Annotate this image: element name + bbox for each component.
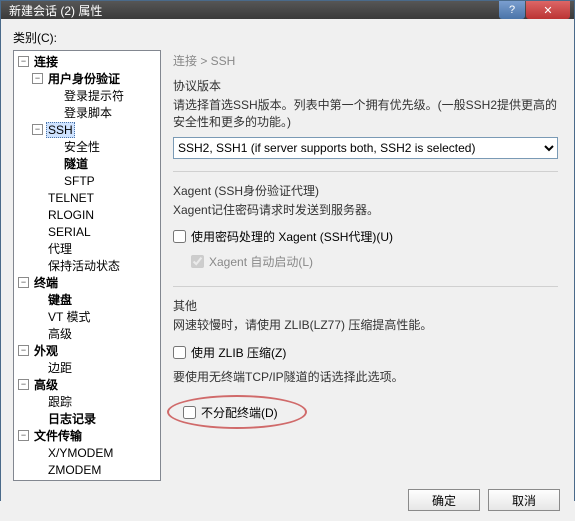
tree-logging[interactable]: 日志记录	[14, 410, 160, 427]
tree-serial[interactable]: SERIAL	[14, 223, 160, 240]
xagent-auto-checkbox	[191, 255, 204, 268]
nopty-checkbox-row[interactable]: 不分配终端(D)	[183, 404, 278, 421]
collapse-icon[interactable]: −	[32, 73, 43, 84]
tree-keepalive[interactable]: 保持活动状态	[14, 257, 160, 274]
xagent-auto-label: Xagent 自动启动(L)	[209, 253, 313, 270]
tree-security[interactable]: 安全性	[14, 138, 160, 155]
divider	[173, 286, 558, 287]
tree-file-transfer[interactable]: −文件传输	[14, 427, 160, 444]
tree-login-scripts[interactable]: 登录脚本	[14, 104, 160, 121]
xagent-label: 使用密码处理的 Xagent (SSH代理)(U)	[191, 228, 393, 245]
protocol-section-title: 协议版本	[173, 77, 558, 94]
xagent-desc: Xagent记住密码请求时发送到服务器。	[173, 202, 558, 219]
protocol-select[interactable]: SSH2, SSH1 (if server supports both, SSH…	[173, 137, 558, 159]
xagent-auto-row: Xagent 自动启动(L)	[191, 253, 558, 270]
zlib-checkbox-row[interactable]: 使用 ZLIB 压缩(Z)	[173, 344, 558, 361]
nopty-label: 不分配终端(D)	[201, 404, 278, 421]
close-button[interactable]: ✕	[526, 1, 570, 19]
help-button[interactable]: ?	[499, 1, 525, 19]
category-tree[interactable]: −连接 −用户身份验证 登录提示符 登录脚本 −SSH	[13, 50, 161, 481]
nopty-checkbox[interactable]	[183, 406, 196, 419]
collapse-icon[interactable]: −	[18, 430, 29, 441]
titlebar-buttons: ? ✕	[498, 1, 570, 19]
zlib-hint: 要使用无终端TCP/IP隧道的话选择此选项。	[173, 368, 558, 385]
tree-margins[interactable]: 边距	[14, 359, 160, 376]
divider	[173, 171, 558, 172]
tree-telnet[interactable]: TELNET	[14, 189, 160, 206]
collapse-icon[interactable]: −	[18, 379, 29, 390]
tree-ssh[interactable]: −SSH	[14, 121, 160, 138]
titlebar[interactable]: 新建会话 (2) 属性 ? ✕	[1, 1, 574, 19]
cancel-button[interactable]: 取消	[488, 489, 560, 511]
tree-sftp[interactable]: SFTP	[14, 172, 160, 189]
xagent-checkbox[interactable]	[173, 230, 186, 243]
category-label: 类别(C):	[13, 29, 562, 46]
collapse-icon[interactable]: −	[18, 56, 29, 67]
breadcrumb: 连接 > SSH	[173, 52, 558, 69]
xagent-section-title: Xagent (SSH身份验证代理)	[173, 182, 558, 199]
tree-term-adv[interactable]: 高级	[14, 325, 160, 342]
dialog-buttons: 确定 取消	[13, 481, 562, 513]
other-section-title: 其他	[173, 297, 558, 314]
tree-trace[interactable]: 跟踪	[14, 393, 160, 410]
tree-proxy[interactable]: 代理	[14, 240, 160, 257]
tree-appearance[interactable]: −外观	[14, 342, 160, 359]
ok-button[interactable]: 确定	[408, 489, 480, 511]
tree-zmodem[interactable]: ZMODEM	[14, 461, 160, 478]
collapse-icon[interactable]: −	[18, 345, 29, 356]
highlight-annotation: 不分配终端(D)	[167, 395, 307, 429]
tree-rlogin[interactable]: RLOGIN	[14, 206, 160, 223]
tree-keyboard[interactable]: 键盘	[14, 291, 160, 308]
tree-vt[interactable]: VT 模式	[14, 308, 160, 325]
dialog-body: 类别(C): −连接 −用户身份验证 登录提示符 登录脚本	[1, 19, 574, 521]
tree-xymodem[interactable]: X/YMODEM	[14, 444, 160, 461]
window-title: 新建会话 (2) 属性	[9, 2, 498, 19]
collapse-icon[interactable]: −	[18, 277, 29, 288]
zlib-label: 使用 ZLIB 压缩(Z)	[191, 344, 286, 361]
columns: −连接 −用户身份验证 登录提示符 登录脚本 −SSH	[13, 50, 562, 481]
zlib-checkbox[interactable]	[173, 346, 186, 359]
tree-user-auth[interactable]: −用户身份验证	[14, 70, 160, 87]
dialog-window: 新建会话 (2) 属性 ? ✕ 类别(C): −连接 −用户身份验证 登录提示符	[0, 0, 575, 501]
tree-tunneling[interactable]: 隧道	[14, 155, 160, 172]
tree-terminal[interactable]: −终端	[14, 274, 160, 291]
settings-pane: 连接 > SSH 协议版本 请选择首选SSH版本。列表中第一个拥有优先级。(一般…	[169, 50, 562, 481]
xagent-checkbox-row[interactable]: 使用密码处理的 Xagent (SSH代理)(U)	[173, 228, 558, 245]
tree-login-prompts[interactable]: 登录提示符	[14, 87, 160, 104]
other-desc: 网速较慢时，请使用 ZLIB(LZ77) 压缩提高性能。	[173, 317, 558, 334]
protocol-desc: 请选择首选SSH版本。列表中第一个拥有优先级。(一般SSH2提供更高的安全性和更…	[173, 97, 558, 131]
tree-advanced[interactable]: −高级	[14, 376, 160, 393]
tree-connection[interactable]: −连接	[14, 53, 160, 70]
collapse-icon[interactable]: −	[32, 124, 43, 135]
